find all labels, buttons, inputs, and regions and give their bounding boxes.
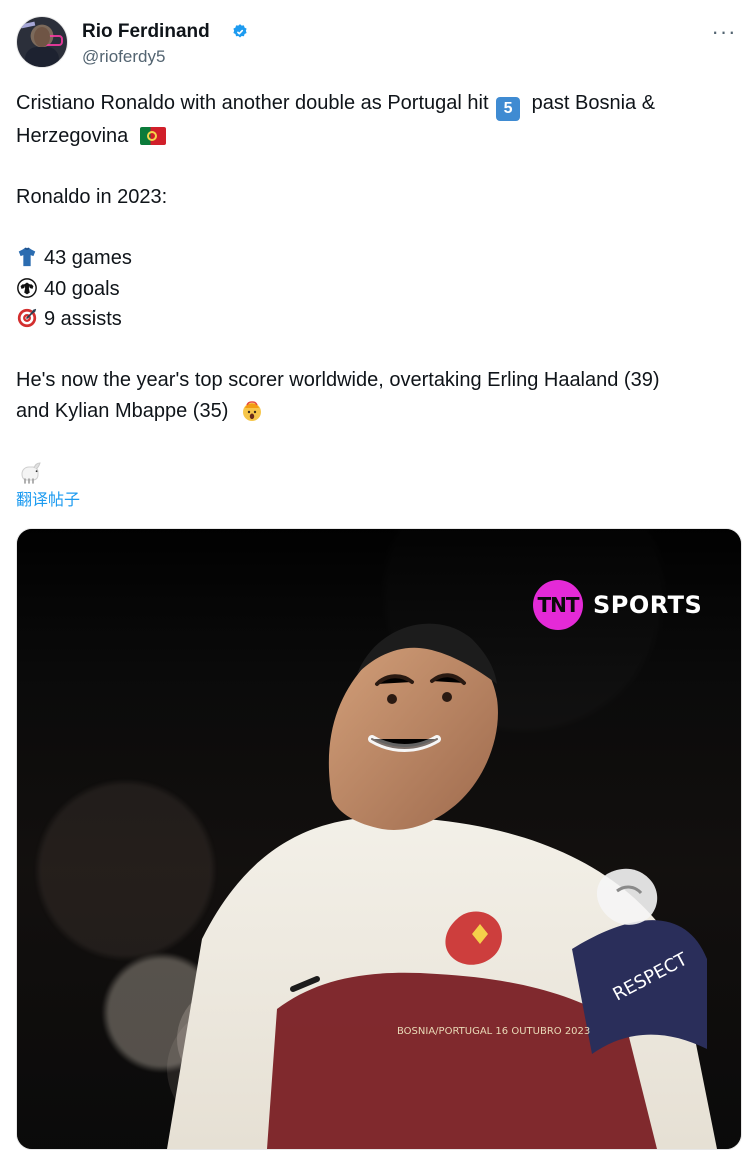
player-illustration: RESPECT BOSNIA/PORTUGAL 16 OUTUBRO 2023 — [167, 623, 717, 1149]
avatar[interactable] — [16, 16, 68, 68]
tweet-text-part-1: Cristiano Ronaldo with another double as… — [16, 92, 489, 114]
stat-text-games: 43 games — [44, 247, 132, 270]
tweet-line-1: Cristiano Ronaldo with another double as… — [16, 88, 736, 122]
handle[interactable]: @rioferdy5 — [82, 46, 165, 68]
avatar-shirt — [25, 47, 59, 67]
stat-line-assists: 9 assists — [16, 304, 736, 335]
closing-line-2: and Kylian Mbappe (35) — [16, 396, 736, 427]
jersey-print-text: BOSNIA/PORTUGAL 16 OUTUBRO 2023 — [397, 1026, 590, 1037]
tweet-header: Rio Ferdinand @rioferdy5 ··· — [16, 16, 738, 72]
stat-text-goals: 40 goals — [44, 277, 120, 300]
display-name[interactable]: Rio Ferdinand — [82, 20, 210, 44]
mind-blown-icon — [242, 400, 261, 421]
target-icon — [17, 309, 37, 328]
tweet-media-image[interactable]: TNT SPORTS RESPECT BOSNIA/PORTUGAL 16 OU… — [16, 528, 742, 1150]
tweet-body: Cristiano Ronaldo with another double as… — [16, 88, 736, 426]
more-options-button[interactable]: ··· — [710, 19, 738, 44]
portugal-flag-icon — [139, 127, 166, 146]
line-spacer — [16, 335, 736, 366]
soccer-ball-icon — [17, 277, 37, 298]
translate-post-link[interactable]: 翻译帖子 — [16, 490, 80, 512]
line-spacer — [16, 152, 736, 183]
goat-emoji-icon — [21, 462, 41, 484]
tweet-text-part-3: Herzegovina — [16, 125, 129, 148]
intro-line: Ronaldo in 2023: — [16, 186, 168, 209]
stat-line-games: 43 games — [16, 243, 736, 274]
closing-text-2: and Kylian Mbappe (35) — [16, 399, 229, 422]
tweet-text-part-2: past Bosnia & — [531, 92, 656, 114]
number-5-keycap-icon: 5 — [496, 97, 521, 122]
stat-line-goals: 40 goals — [16, 274, 736, 305]
jersey-icon — [18, 247, 36, 267]
more-options-icon: ··· — [711, 19, 737, 44]
tweet-line-2: Herzegovina — [16, 121, 736, 152]
avatar-neon-accent — [20, 21, 36, 29]
verified-badge-icon — [233, 24, 247, 38]
avatar-face — [34, 27, 50, 47]
line-spacer — [16, 213, 736, 244]
closing-line-1: He's now the year's top scorer worldwide… — [16, 369, 660, 392]
stat-text-assists: 9 assists — [44, 308, 122, 331]
